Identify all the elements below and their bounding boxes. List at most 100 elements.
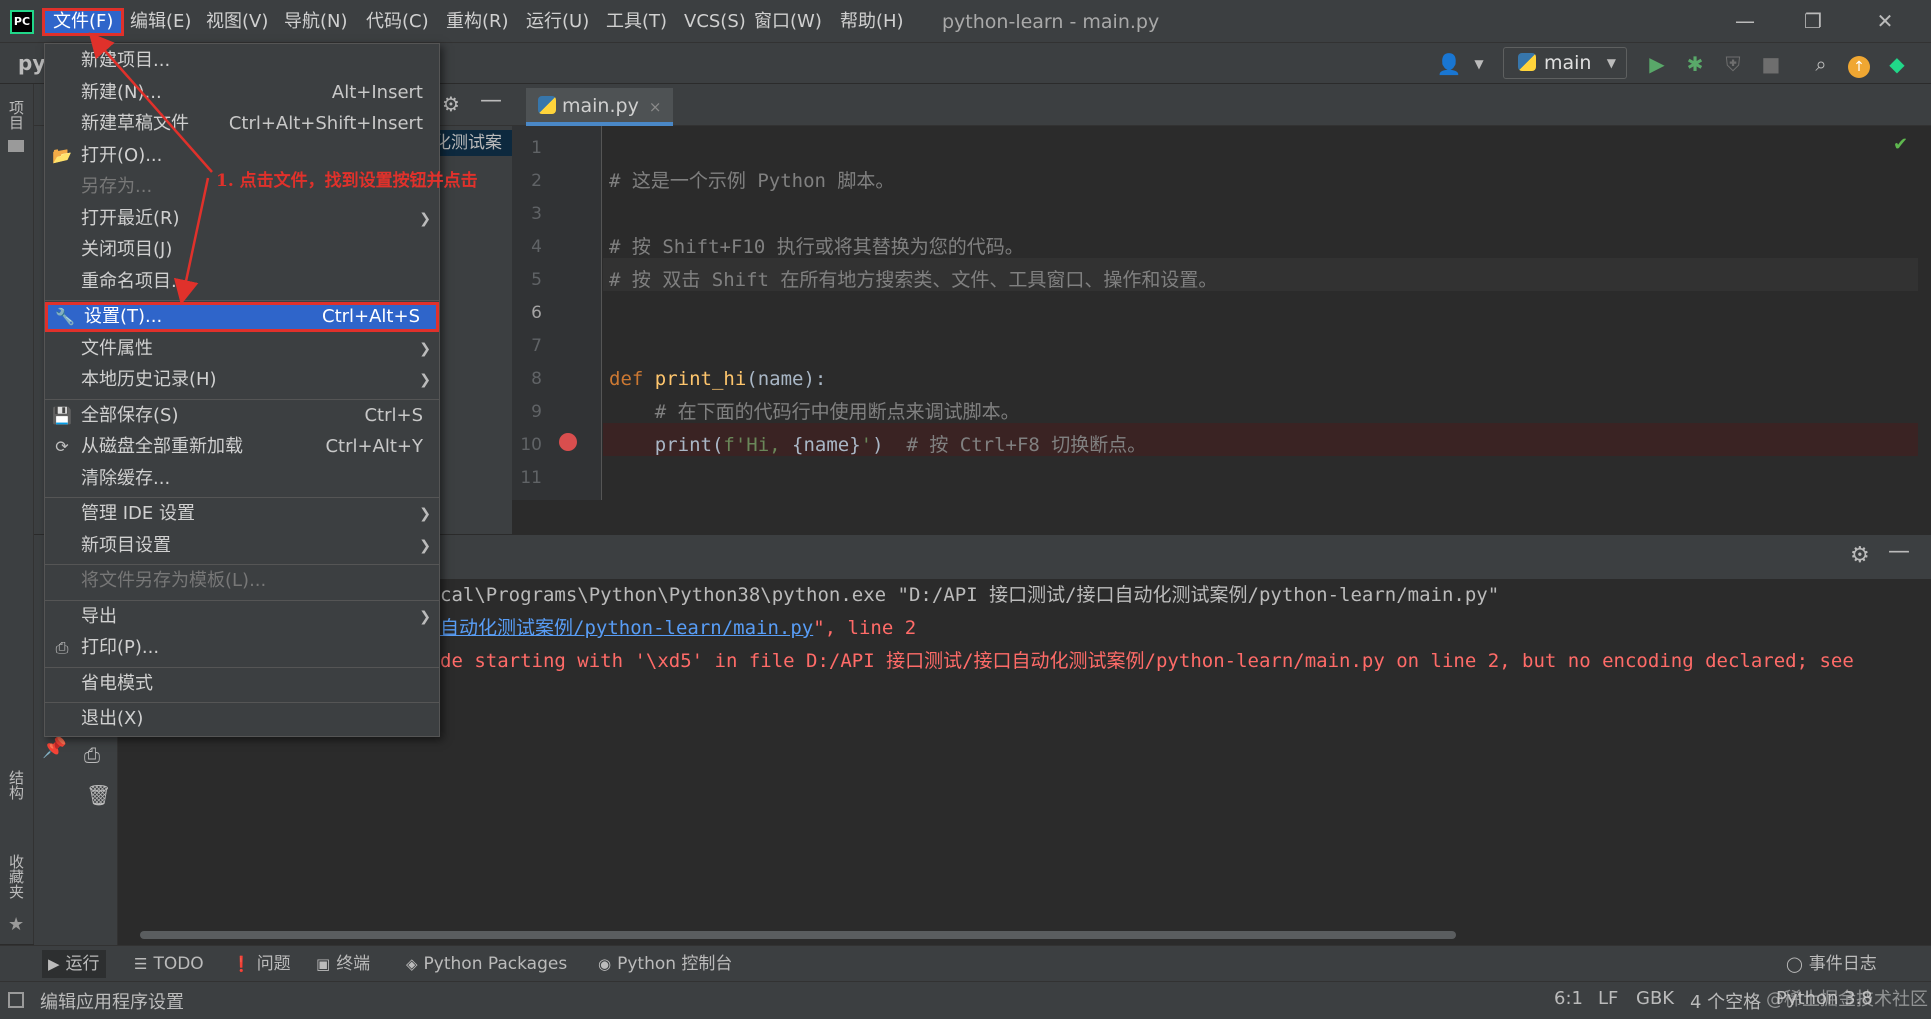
pin-icon[interactable]: 📌 (42, 735, 67, 759)
menu-run[interactable]: 运行(U) (518, 8, 597, 36)
file-encoding[interactable]: GBK (1636, 988, 1674, 1009)
line-number: 2 (531, 171, 542, 191)
reload-icon: ⟳ (55, 437, 69, 456)
menu-tools[interactable]: 工具(T) (598, 8, 675, 36)
file-menu-item[interactable]: 💾 全部保存(S) Ctrl+S (45, 401, 439, 431)
update-icon[interactable]: ↑ (1846, 51, 1872, 78)
menu-code[interactable]: 代码(C) (358, 8, 437, 36)
file-menu-item[interactable]: 打开最近(R) ❯ (45, 204, 439, 234)
tab-run[interactable]: ▶ 运行 (42, 950, 106, 978)
run-icon[interactable]: ▶ (1644, 51, 1670, 77)
code-token: # 这是一个示例 Python 脚本。 (609, 170, 895, 192)
star-icon: ★ (8, 914, 25, 935)
chevron-right-icon: ❯ (419, 506, 431, 522)
file-menu-item[interactable]: 新建项目... (45, 46, 439, 76)
menu-file[interactable]: 文件(F) (42, 8, 125, 36)
hide-panel-icon[interactable]: — (480, 88, 502, 113)
window-title: python-learn - main.py (942, 11, 1160, 33)
file-menu-item[interactable]: 🔧 设置(T)... Ctrl+Alt+S (45, 302, 439, 332)
output-horizontal-scrollbar[interactable] (140, 931, 1456, 939)
file-menu-item[interactable]: 管理 IDE 设置 ❯ (45, 499, 439, 529)
tab-todo[interactable]: ☰ TODO (128, 950, 210, 978)
file-menu-item[interactable]: 新建(N)... Alt+Insert (45, 78, 439, 108)
run-config-selector[interactable]: main ▼ (1503, 47, 1627, 79)
stripe-structure-tab[interactable]: 结构 (6, 770, 27, 800)
debug-icon[interactable]: ✱ (1682, 51, 1708, 77)
file-menu-item[interactable]: 重命名项目... (45, 267, 439, 297)
save-icon: 💾 (52, 405, 72, 425)
output-line-command: cal\Programs\Python\Python38\python.exe … (440, 584, 1500, 606)
run-tab-icon: ▶ (48, 955, 60, 973)
toolbox-icon[interactable]: ◆ (1884, 51, 1910, 77)
menu-edit[interactable]: 编辑(E) (122, 8, 199, 36)
minimize-icon[interactable]: — (1728, 7, 1762, 35)
menu-view[interactable]: 视图(V) (198, 8, 276, 36)
coverage-icon[interactable]: ⛨ (1720, 51, 1746, 77)
tab-run-label: 运行 (65, 954, 100, 974)
output-line-traceback: 自动化测试案例/python-learn/main.py", line 2 (440, 613, 916, 643)
file-menu-item-label: 从磁盘全部重新加载 (81, 436, 243, 457)
file-menu-item[interactable]: 新项目设置 ❯ (45, 531, 439, 561)
project-breadcrumb[interactable]: py (18, 51, 45, 75)
toggle-tool-windows-icon[interactable] (8, 992, 24, 1008)
watermark: @稀土掘金技术社区 (1766, 989, 1928, 1010)
menu-window[interactable]: 窗口(W) (746, 8, 830, 36)
file-menu-item[interactable]: 导出 ❯ (45, 602, 439, 632)
python-console-icon: ◉ (598, 955, 612, 973)
menu-navigate[interactable]: 导航(N) (276, 8, 356, 36)
inspection-ok-icon[interactable]: ✔ (1893, 134, 1908, 155)
file-menu-item[interactable]: 清除缓存... (45, 464, 439, 494)
maximize-icon[interactable]: ❐ (1796, 7, 1830, 35)
chevron-right-icon: ❯ (419, 537, 431, 554)
user-icon[interactable]: 👤 (1436, 51, 1462, 77)
tab-python-packages[interactable]: ◈ Python Packages (400, 950, 573, 978)
stripe-favorites-tab[interactable]: 收藏夹 (6, 854, 27, 899)
menu-separator (45, 398, 439, 400)
file-menu-item[interactable]: ⟳ 从磁盘全部重新加载 Ctrl+Alt+Y (45, 432, 439, 462)
menu-help[interactable]: 帮助(H) (832, 8, 912, 36)
code-editor[interactable]: # 这是一个示例 Python 脚本。 # 按 Shift+F10 执行或将其替换… (603, 126, 1918, 500)
file-menu-item[interactable]: 新建草稿文件 Ctrl+Alt+Shift+Insert (45, 109, 439, 139)
tab-terminal[interactable]: ▣ 终端 (310, 950, 376, 978)
file-menu-item[interactable]: 关闭项目(J) (45, 235, 439, 265)
line-separator[interactable]: LF (1598, 988, 1618, 1009)
file-menu-item-label: 清除缓存... (81, 467, 171, 489)
code-line: # 这是一个示例 Python 脚本。 (609, 165, 1918, 198)
file-menu-item[interactable]: 本地历史记录(H) ❯ (45, 365, 439, 395)
pycharm-logo-icon: PC (10, 10, 34, 34)
file-menu-item[interactable]: 退出(X) (45, 704, 439, 734)
editor-scrollbar[interactable] (1918, 126, 1931, 500)
tab-python-console[interactable]: ◉ Python 控制台 (592, 950, 738, 978)
file-link[interactable]: 自动化测试案例/python-learn/main.py (440, 617, 813, 639)
folder-icon: 📂 (52, 145, 72, 165)
shortcut-label: Ctrl+S (364, 404, 423, 426)
close-window-icon[interactable]: ✕ (1868, 7, 1902, 35)
shortcut-label: Alt+Insert (331, 81, 423, 103)
indent-setting[interactable]: 4 个空格 (1690, 988, 1761, 1014)
run-settings-gear-icon[interactable]: ⚙ (1850, 543, 1870, 568)
file-menu-item[interactable]: 文件属性 ❯ (45, 334, 439, 364)
code-token: {name} (792, 434, 861, 456)
search-icon[interactable]: ⌕ (1808, 51, 1834, 77)
gear-icon[interactable]: ⚙ (442, 92, 460, 116)
traceback-rest: ", line 2 (813, 617, 917, 639)
tab-problems[interactable]: ❗ 问题 (226, 950, 297, 978)
stripe-project-tab[interactable]: 项目 (6, 100, 27, 130)
stop-icon[interactable]: ■ (1758, 51, 1784, 77)
close-tab-icon[interactable]: × (649, 98, 662, 116)
tab-main-py[interactable]: main.py × (526, 88, 674, 126)
event-log-button[interactable]: ◯ 事件日志 (1780, 950, 1883, 978)
line-number: 7 (531, 336, 542, 356)
breakpoint-icon[interactable] (559, 433, 577, 451)
print-icon[interactable]: ⎙ (84, 743, 100, 767)
caret-position[interactable]: 6:1 (1554, 988, 1583, 1009)
bottom-tool-tabs: ▶ 运行 ☰ TODO ❗ 问题 ▣ 终端 ◈ Python Packages ◉ Pyth… (0, 945, 1931, 981)
line-number: 5 (531, 270, 542, 290)
file-menu-item[interactable]: ⎙ 打印(P)... (45, 633, 439, 663)
menu-vcs[interactable]: VCS(S) (676, 8, 754, 36)
user-dropdown-chevron-icon[interactable]: ▼ (1466, 51, 1492, 77)
file-menu-item[interactable]: 省电模式 (45, 669, 439, 699)
menu-refactor[interactable]: 重构(R) (438, 8, 517, 36)
hide-run-panel-icon[interactable]: — (1888, 539, 1910, 564)
trash-icon[interactable]: 🗑 (86, 783, 111, 807)
